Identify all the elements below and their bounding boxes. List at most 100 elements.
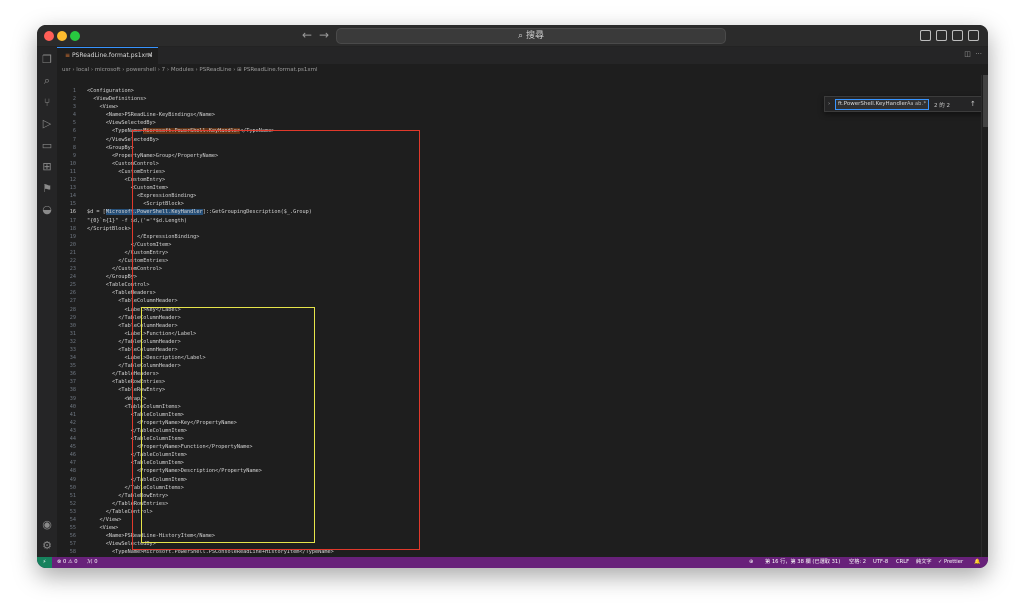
toggle-replace-icon[interactable]: › [828, 101, 830, 107]
vertical-scrollbar[interactable] [981, 75, 988, 557]
line-number: 33 [69, 347, 76, 353]
line-number: 17 [69, 217, 76, 224]
indentation[interactable]: 空格: 2 [849, 557, 866, 568]
line-number: 42 [69, 419, 76, 426]
source-control-icon[interactable]: ⑂ [41, 97, 53, 109]
line-number: 48 [69, 468, 76, 475]
activity-bar: ❐ ⌕ ⑂ ▷ ▭ ⊞ ⚑ ◒ ◉ ⚙ [37, 47, 57, 557]
close-window-button[interactable] [44, 31, 54, 41]
search-icon: ⌕ [518, 31, 526, 41]
code-line[interactable]: 1 <Configuration> [57, 87, 981, 95]
command-center-search[interactable]: ⌕ 搜尋 [336, 28, 726, 44]
line-number: 31 [69, 330, 76, 337]
notifications-bell-icon[interactable]: 🔔 [974, 557, 980, 568]
line-number: 35 [69, 363, 76, 370]
line-number: 7 [72, 136, 76, 143]
line-number: 29 [69, 314, 76, 321]
tab-psreadline-format[interactable]: ≡ PSReadLine.format.ps1xml × [57, 47, 158, 64]
minimize-window-button[interactable] [57, 31, 67, 41]
line-number: 28 [69, 306, 76, 313]
end-of-line[interactable]: CRLF [896, 557, 909, 568]
language-mode[interactable]: 純文字 [916, 557, 932, 568]
scrollbar-thumb[interactable] [983, 75, 988, 127]
toggle-secondary-sidebar-icon[interactable] [952, 30, 963, 41]
code-editor[interactable]: 1 <Configuration> 2 <ViewDefinitions> 3 <Vi… [57, 75, 981, 557]
line-number: 13 [69, 185, 76, 192]
code-text[interactable]: <Name>PSReadLine-KeyBindings</Name> [87, 111, 215, 119]
previous-match-icon[interactable]: ↑ [970, 100, 976, 108]
line-number: 34 [69, 355, 76, 362]
code-text[interactable]: <Configuration> [87, 87, 134, 95]
toggle-panel-icon[interactable] [936, 30, 947, 41]
remote-indicator[interactable]: ⚡ [37, 557, 52, 568]
accounts-icon[interactable]: ◉ [41, 519, 53, 531]
line-number: 5 [72, 120, 76, 127]
zoom-window-button[interactable] [70, 31, 80, 41]
find-widget: › ft.PowerShell.KeyHandler Aa ab .* 2 的 … [824, 96, 981, 112]
prettier-status[interactable]: ✓ Prettier [938, 557, 963, 568]
settings-gear-icon[interactable]: ⚙ [41, 540, 53, 552]
more-actions-icon[interactable]: ··· [975, 50, 982, 58]
line-number: 18 [69, 225, 76, 232]
code-text[interactable]: </ScriptBlock> [87, 225, 131, 233]
code-text[interactable]: <ViewDefinitions> [87, 95, 146, 103]
breadcrumb[interactable]: usr › local › microsoft › powershell › 7… [62, 65, 317, 75]
code-text[interactable]: <View> [87, 103, 118, 111]
editor-actions: ◫ ··· [964, 50, 982, 58]
line-number: 2 [72, 96, 76, 103]
line-number: 14 [69, 193, 76, 200]
code-text[interactable]: <View> [87, 524, 118, 532]
line-number: 38 [69, 387, 76, 394]
line-number: 4 [72, 112, 76, 119]
status-bar: ⚡ ⊗ 0 ⚠ 0 ℳ 0 ⊕ 第 16 行，第 38 欄 (已選取 31) 空… [37, 557, 988, 568]
yellow-annotation-box [141, 307, 315, 543]
line-number: 30 [69, 322, 76, 329]
zoom-icon[interactable]: ⊕ [749, 557, 753, 568]
run-debug-icon[interactable]: ▷ [41, 118, 53, 130]
line-number: 16 [69, 209, 76, 216]
ports-indicator[interactable]: ℳ 0 [87, 557, 98, 568]
docker-icon[interactable]: ◒ [41, 204, 53, 216]
code-text[interactable]: </GroupBy> [87, 273, 137, 281]
bookmarks-icon[interactable]: ⚑ [41, 183, 53, 195]
line-number: 21 [69, 249, 76, 256]
extensions-icon[interactable]: ⊞ [41, 161, 53, 173]
match-count: 2 的 2 [934, 103, 950, 109]
line-number: 57 [69, 541, 76, 548]
toggle-primary-sidebar-icon[interactable] [920, 30, 931, 41]
cursor-position[interactable]: 第 16 行，第 38 欄 (已選取 31) [765, 557, 840, 568]
match-case-icon[interactable]: Aa [907, 101, 913, 107]
line-number: 26 [69, 290, 76, 297]
line-number: 55 [69, 525, 76, 532]
line-number: 20 [69, 241, 76, 248]
problems-indicator[interactable]: ⊗ 0 ⚠ 0 [57, 557, 78, 568]
forward-arrow-icon[interactable]: → [319, 28, 329, 42]
customize-layout-icon[interactable] [968, 30, 979, 41]
line-number: 40 [69, 403, 76, 410]
remote-explorer-icon[interactable]: ▭ [41, 140, 53, 152]
explorer-icon[interactable]: ❐ [41, 54, 53, 66]
code-text[interactable]: <GroupBy> [87, 144, 134, 152]
line-number: 52 [69, 500, 76, 507]
whole-word-icon[interactable]: ab [915, 101, 921, 107]
line-number: 54 [69, 516, 76, 523]
code-text[interactable]: <ViewSelectedBy> [87, 119, 156, 127]
regex-icon[interactable]: .* [922, 101, 926, 107]
split-editor-icon[interactable]: ◫ [964, 50, 971, 58]
line-number: 22 [69, 257, 76, 264]
code-text[interactable]: </View> [87, 516, 121, 524]
encoding[interactable]: UTF-8 [873, 557, 888, 568]
line-number: 51 [69, 492, 76, 499]
line-number: 37 [69, 379, 76, 386]
line-number: 46 [69, 452, 76, 459]
back-arrow-icon[interactable]: ← [302, 28, 312, 42]
search-icon[interactable]: ⌕ [41, 75, 53, 87]
line-number: 32 [69, 338, 76, 345]
code-line[interactable]: 5 <ViewSelectedBy> [57, 119, 981, 127]
line-number: 53 [69, 508, 76, 515]
line-number: 10 [69, 160, 76, 167]
code-line[interactable]: 4 <Name>PSReadLine-KeyBindings</Name> [57, 111, 981, 119]
line-number: 3 [72, 104, 76, 111]
close-tab-icon[interactable]: × [147, 48, 153, 63]
line-number: 45 [69, 444, 76, 451]
